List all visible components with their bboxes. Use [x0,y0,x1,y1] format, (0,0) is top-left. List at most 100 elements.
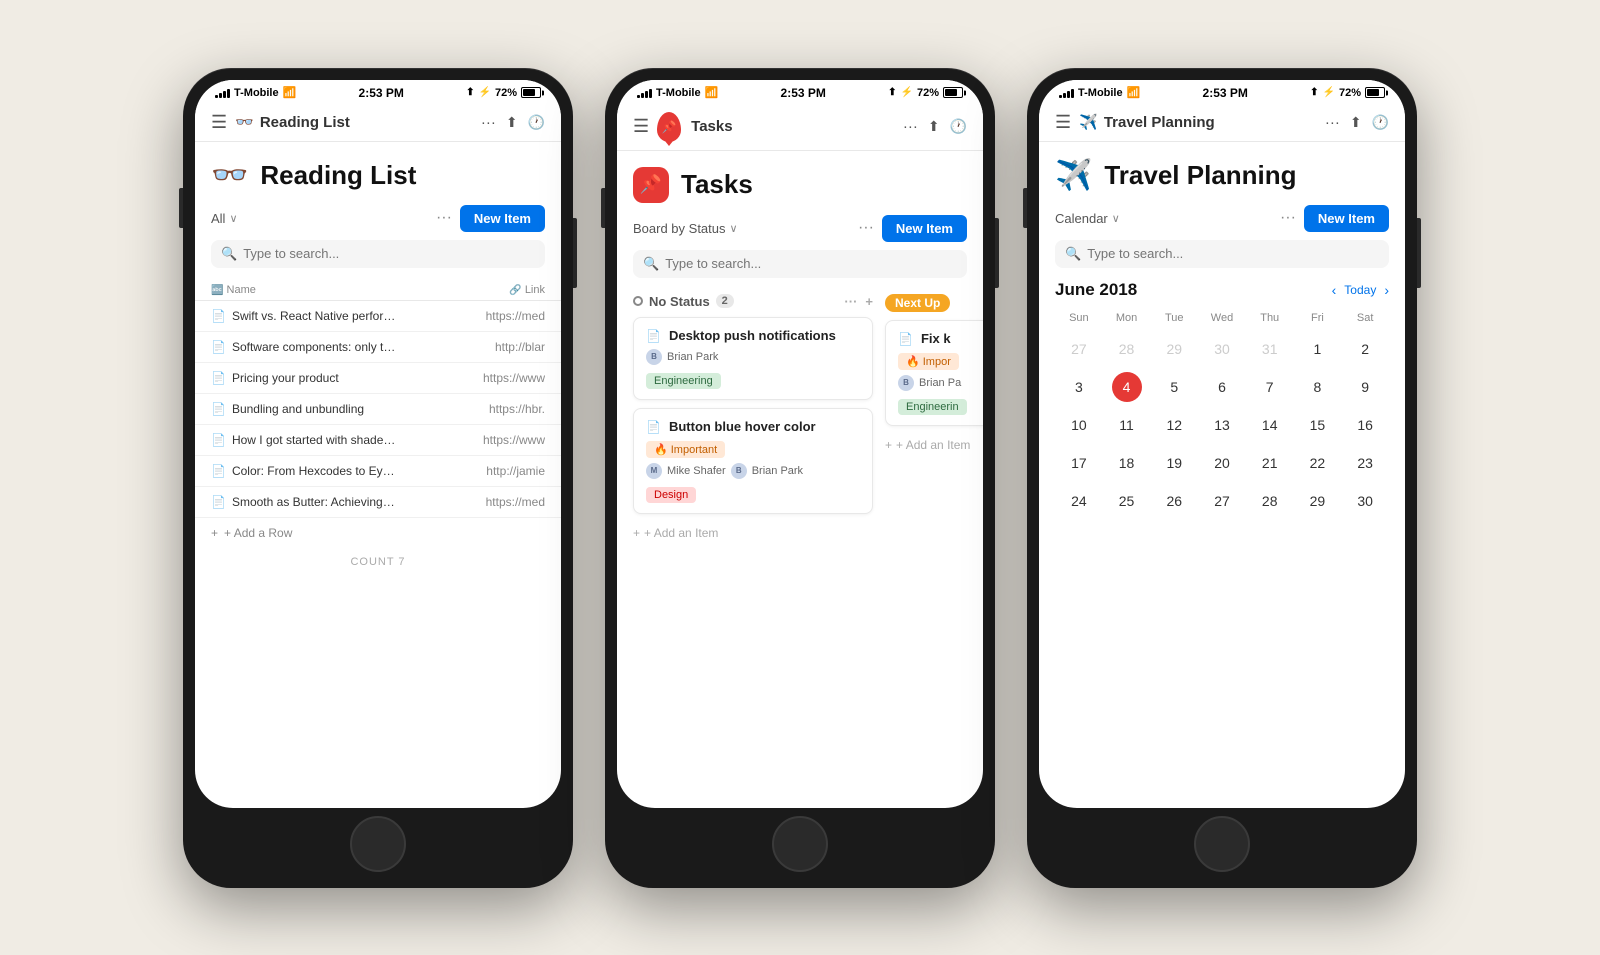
new-item-btn-1[interactable]: New Item [460,205,545,232]
plus-icon-add-next: + [885,438,892,452]
cal-day-28p[interactable]: 28 [1119,330,1135,368]
weekday-wed: Wed [1198,312,1246,324]
cal-day-27p[interactable]: 27 [1071,330,1087,368]
hamburger-icon-2[interactable]: ☰ [633,116,649,137]
cal-day-3[interactable]: 3 [1075,368,1083,406]
cal-day-13[interactable]: 13 [1214,406,1230,444]
toolbar-dots-3[interactable]: ··· [1280,209,1296,227]
search-input-2[interactable] [665,256,957,271]
cal-day-17[interactable]: 17 [1071,444,1087,482]
cal-day-25[interactable]: 25 [1119,482,1135,520]
ellipsis-icon-1[interactable]: ··· [481,114,496,131]
signal-bars-2 [637,88,652,98]
board-card-1[interactable]: 📄 Desktop push notifications B Brian Par… [633,317,873,400]
cal-prev-btn[interactable]: ‹ [1332,282,1337,298]
search-icon-3: 🔍 [1065,246,1081,262]
history-icon-2[interactable]: 🕐 [950,118,967,135]
next-up-badge: Next Up [885,294,950,312]
home-button-3[interactable] [1194,816,1250,872]
hamburger-icon-1[interactable]: ☰ [211,112,227,133]
avatar-brian2: B [731,463,747,479]
cal-day-16[interactable]: 16 [1357,406,1373,444]
search-input-3[interactable] [1087,246,1379,261]
cal-day-21[interactable]: 21 [1262,444,1278,482]
cal-day-2[interactable]: 2 [1361,330,1369,368]
doc-icon: 📄 [211,433,226,447]
cal-day-18[interactable]: 18 [1119,444,1135,482]
view-selector-2[interactable]: Board by Status ∨ [633,221,738,236]
ellipsis-icon-3[interactable]: ··· [1325,114,1340,131]
signal-bars-3 [1059,88,1074,98]
cal-day-23[interactable]: 23 [1357,444,1373,482]
toolbar-right-3: ··· New Item [1280,205,1389,232]
board-card-2[interactable]: 📄 Button blue hover color 🔥 Important M … [633,408,873,514]
cal-day-7[interactable]: 7 [1266,368,1274,406]
person-brian: Brian Park [752,465,803,477]
toolbar-3: Calendar ∨ ··· New Item [1039,201,1405,240]
cal-day-12[interactable]: 12 [1166,406,1182,444]
page-title-3: Travel Planning [1104,160,1296,191]
history-icon-1[interactable]: 🕐 [528,114,545,131]
toolbar-dots-2[interactable]: ··· [858,219,874,237]
cal-day-5[interactable]: 5 [1170,368,1178,406]
cal-day-29[interactable]: 29 [1310,482,1326,520]
ellipsis-icon-2[interactable]: ··· [903,118,918,135]
cal-day-10[interactable]: 10 [1071,406,1087,444]
cal-day-26[interactable]: 26 [1166,482,1182,520]
new-item-btn-3[interactable]: New Item [1304,205,1389,232]
location-2: ⬆ [888,87,896,98]
toolbar-dots-1[interactable]: ··· [436,209,452,227]
board-card-next-1[interactable]: 📄 Fix k 🔥 Impor B Brian Pa Engineerin [885,320,983,426]
share-icon-2[interactable]: ⬆ [928,118,940,135]
hamburger-icon-3[interactable]: ☰ [1055,112,1071,133]
cal-day-20[interactable]: 20 [1214,444,1230,482]
cal-next-btn[interactable]: › [1384,282,1389,298]
home-button-2[interactable] [772,816,828,872]
table-header-1: 🔤 Name 🔗 Link [195,280,561,301]
cal-day-29p[interactable]: 29 [1166,330,1182,368]
toolbar-right-1: ··· New Item [436,205,545,232]
nav-bar-1: ☰ 👓 Reading List ··· ⬆ 🕐 [195,104,561,142]
status-left-3: T-Mobile 📶 [1059,86,1140,99]
cal-day-11[interactable]: 11 [1119,406,1134,444]
cal-day-14[interactable]: 14 [1262,406,1278,444]
share-icon-3[interactable]: ⬆ [1350,114,1362,131]
nav-actions-3: ··· ⬆ 🕐 [1325,114,1389,131]
today-btn[interactable]: Today [1344,283,1376,297]
cal-day-31p[interactable]: 31 [1262,330,1278,368]
search-input-1[interactable] [243,246,535,261]
cal-day-27[interactable]: 27 [1214,482,1230,520]
col-plus-icon[interactable]: + [865,294,873,309]
row-link-5: http://jamie [475,464,545,478]
cal-day-6[interactable]: 6 [1218,368,1226,406]
add-item-btn-no-status[interactable]: + + Add an Item [633,522,873,544]
toolbar-2: Board by Status ∨ ··· New Item [617,211,983,250]
col-dots-icon[interactable]: ··· [844,294,857,309]
plus-icon-add-item: + [633,526,640,540]
status-left-1: T-Mobile 📶 [215,86,296,99]
share-icon-1[interactable]: ⬆ [506,114,518,131]
view-selector-1[interactable]: All ∨ [211,211,238,226]
page-icon-tasks: 📌 [633,167,669,203]
add-row-btn-1[interactable]: + + Add a Row [195,518,561,548]
history-icon-3[interactable]: 🕐 [1372,114,1389,131]
cal-day-4-today[interactable]: 4 [1112,372,1142,402]
cal-day-28[interactable]: 28 [1262,482,1278,520]
cal-day-15[interactable]: 15 [1310,406,1326,444]
cal-day-19[interactable]: 19 [1166,444,1182,482]
status-right-2: ⬆ ⚡ 72% [888,87,963,99]
cal-day-30p[interactable]: 30 [1214,330,1230,368]
location-1: ⬆ [466,87,474,98]
cal-day-30[interactable]: 30 [1357,482,1373,520]
cal-day-1[interactable]: 1 [1314,330,1322,368]
home-button-1[interactable] [350,816,406,872]
cal-day-9[interactable]: 9 [1361,368,1369,406]
card-title-2: 📄 Button blue hover color [646,419,860,434]
view-selector-3[interactable]: Calendar ∨ [1055,211,1120,226]
board-col-header-next-up: Next Up [885,290,983,320]
new-item-btn-2[interactable]: New Item [882,215,967,242]
cal-day-22[interactable]: 22 [1310,444,1326,482]
cal-day-24[interactable]: 24 [1071,482,1087,520]
cal-day-8[interactable]: 8 [1314,368,1322,406]
add-item-btn-next-up[interactable]: + + Add an Item [885,434,983,456]
